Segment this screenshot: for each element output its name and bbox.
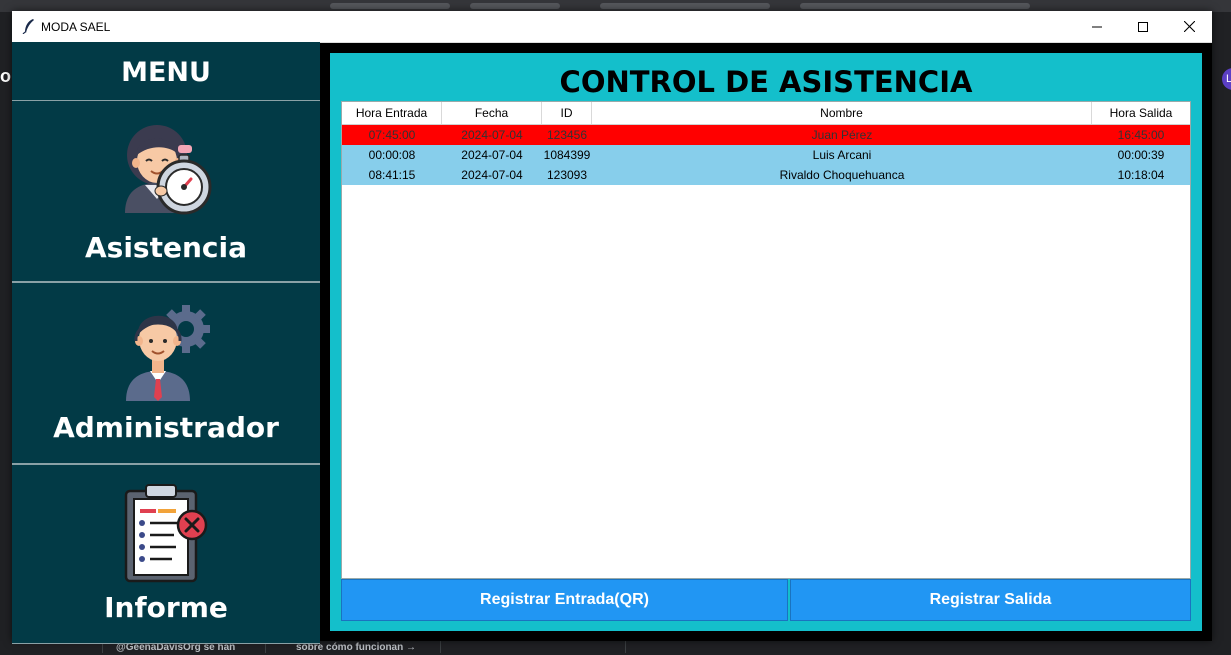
sidebar-item-administrador[interactable]: Administrador (12, 282, 320, 464)
sidebar-item-label: Administrador (53, 411, 279, 444)
registrar-salida-button[interactable]: Registrar Salida (790, 579, 1191, 621)
cell-hora-entrada: 07:45:00 (368, 128, 416, 142)
sidebar-item-informe[interactable]: Informe (12, 464, 320, 644)
column-header-nombre[interactable]: Nombre (592, 102, 1092, 124)
page-title: CONTROL DE ASISTENCIA (559, 65, 973, 99)
column-header-hora-entrada[interactable]: Hora Entrada (342, 102, 442, 124)
clipboard-report-icon (124, 484, 208, 583)
cell-hora-salida: 16:45:00 (1117, 128, 1165, 142)
maximize-icon (1138, 21, 1148, 32)
cell-hora-salida: 00:00:39 (1117, 148, 1165, 162)
cell-fecha: 2024-07-04 (461, 168, 523, 182)
background-page-fragment: o (0, 66, 11, 86)
title-bar: MODA SAEL (12, 11, 1212, 43)
attendance-table[interactable]: Hora Entrada Fecha ID Nombre Hora Salida… (341, 101, 1191, 579)
cell-nombre: Luis Arcani (812, 148, 872, 162)
column-header-fecha[interactable]: Fecha (442, 102, 542, 124)
maximize-button[interactable] (1120, 11, 1166, 42)
feather-icon (22, 19, 34, 34)
minimize-button[interactable] (1074, 11, 1120, 42)
menu-heading: MENU (12, 42, 320, 100)
sidebar-item-label: Informe (104, 591, 228, 624)
sidebar-menu: MENU Asistencia Administrador Informe (12, 42, 320, 644)
cell-fecha: 2024-07-04 (461, 148, 523, 162)
app-window: MODA SAEL MENU Asistencia Administrador … (12, 11, 1212, 644)
cell-id: 1084399 (543, 148, 591, 162)
registrar-entrada-button[interactable]: Registrar Entrada(QR) (341, 579, 788, 621)
window-title: MODA SAEL (41, 20, 111, 34)
column-header-id[interactable]: ID (542, 102, 592, 124)
close-button[interactable] (1166, 11, 1212, 42)
cell-fecha: 2024-07-04 (461, 128, 523, 142)
column-header-hora-salida[interactable]: Hora Salida (1092, 102, 1190, 124)
table-row[interactable]: 07:45:00 2024-07-04 123456 Juan Pérez 16… (342, 125, 1190, 145)
sidebar-item-asistencia[interactable]: Asistencia (12, 100, 320, 282)
cell-id: 123093 (546, 168, 588, 182)
clock-person-icon (125, 125, 212, 215)
cell-nombre: Rivaldo Choquehuanca (779, 168, 905, 182)
close-icon (1183, 21, 1195, 32)
admin-gear-icon (126, 305, 210, 401)
table-row[interactable]: 08:41:15 2024-07-04 123093 Rivaldo Choqu… (342, 165, 1190, 185)
browser-profile-avatar[interactable]: L (1222, 68, 1231, 90)
cell-nombre: Juan Pérez (811, 128, 873, 142)
cell-hora-entrada: 00:00:08 (368, 148, 416, 162)
table-row[interactable]: 00:00:08 2024-07-04 1084399 Luis Arcani … (342, 145, 1190, 165)
sidebar-item-label: Asistencia (85, 231, 247, 264)
minimize-icon (1092, 26, 1102, 27)
attendance-panel: CONTROL DE ASISTENCIA Hora Entrada Fecha… (330, 53, 1202, 631)
cell-hora-entrada: 08:41:15 (368, 168, 416, 182)
cell-hora-salida: 10:18:04 (1117, 168, 1165, 182)
cell-id: 123456 (546, 128, 588, 142)
table-header: Hora Entrada Fecha ID Nombre Hora Salida (342, 102, 1190, 125)
